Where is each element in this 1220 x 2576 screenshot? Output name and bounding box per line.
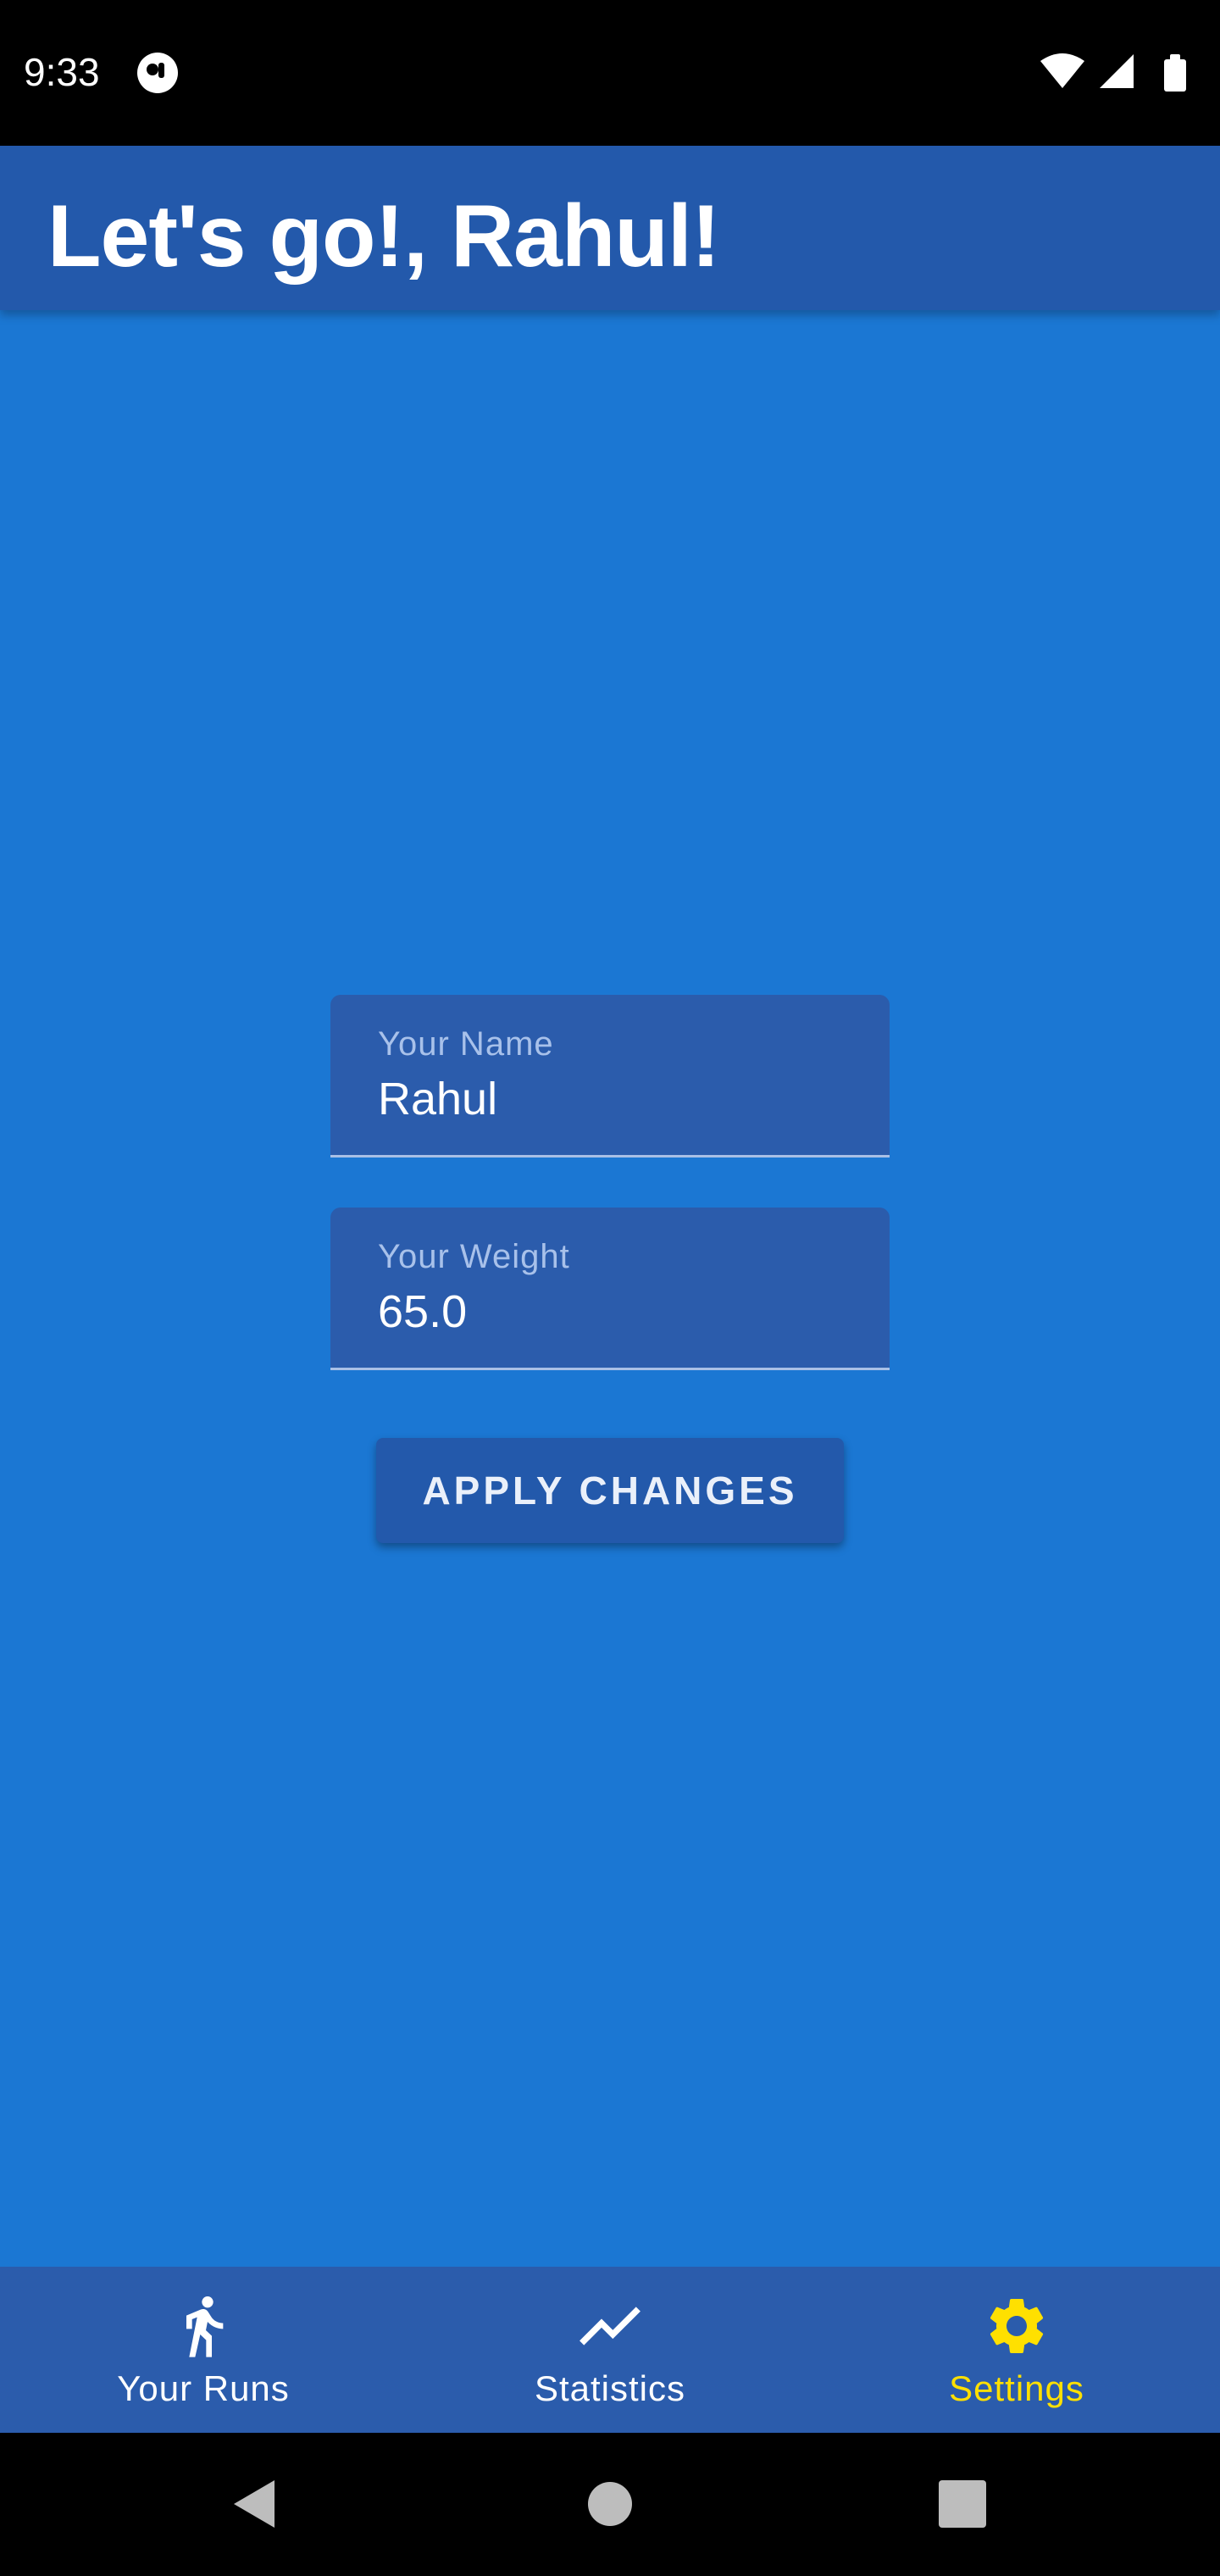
recents-icon[interactable]	[929, 2470, 996, 2538]
wifi-icon	[1040, 53, 1084, 88]
nav-label-your-runs: Your Runs	[117, 2368, 290, 2408]
weight-field[interactable]: Your Weight 65.0	[330, 1208, 890, 1370]
nav-item-settings[interactable]: Settings	[813, 2267, 1220, 2433]
nav-item-statistics[interactable]: Statistics	[407, 2267, 813, 2433]
name-input[interactable]: Rahul	[378, 1073, 497, 1125]
trending-up-icon	[580, 2307, 640, 2346]
nav-label-settings: Settings	[949, 2368, 1084, 2408]
home-icon[interactable]	[576, 2470, 644, 2538]
status-bar: 9:33	[0, 0, 1220, 146]
status-time: 9:33	[24, 50, 100, 94]
app-bar: Let's go!, Rahul!	[0, 146, 1220, 310]
bottom-navigation: Your Runs Statistics Settings	[0, 2267, 1220, 2433]
name-field-label: Your Name	[378, 1025, 554, 1063]
weight-input[interactable]: 65.0	[378, 1285, 467, 1338]
weight-field-label: Your Weight	[378, 1238, 570, 1275]
nav-label-statistics: Statistics	[534, 2368, 686, 2408]
back-icon[interactable]	[220, 2470, 288, 2538]
run-icon	[186, 2296, 224, 2357]
status-icons	[1040, 53, 1186, 92]
running-app-icon	[137, 53, 178, 93]
apply-changes-button[interactable]: APPLY CHANGES	[376, 1438, 844, 1543]
nav-item-your-runs[interactable]: Your Runs	[0, 2267, 407, 2433]
name-field[interactable]: Your Name Rahul	[330, 995, 890, 1158]
signal-icon	[1100, 54, 1134, 88]
gear-icon	[990, 2299, 1044, 2353]
battery-icon	[1164, 54, 1186, 92]
system-navigation-bar	[0, 2433, 1220, 2576]
page-title: Let's go!, Rahul!	[47, 187, 720, 286]
